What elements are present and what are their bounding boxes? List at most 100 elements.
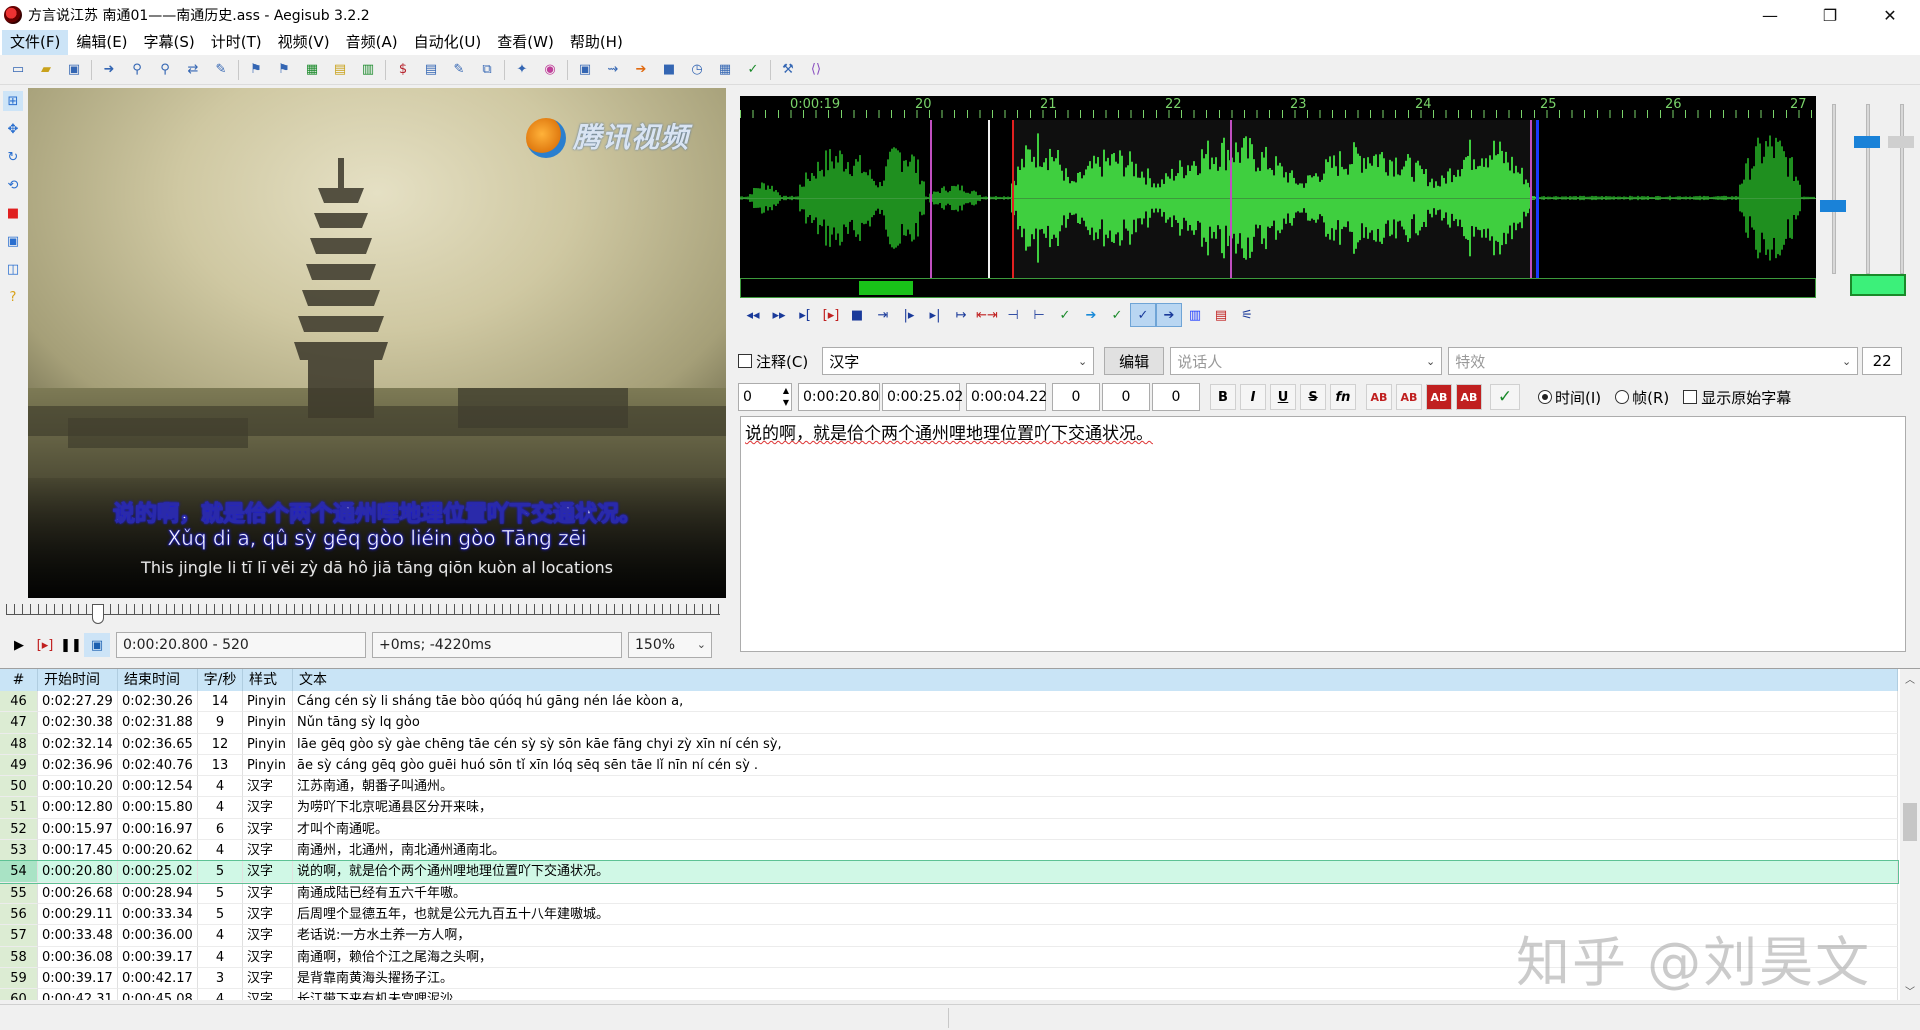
automation-icon[interactable]: ✦ <box>512 60 532 80</box>
menu-audio[interactable]: 音频(A) <box>338 30 406 55</box>
audio-scrollbar[interactable] <box>740 278 1816 298</box>
play-after-icon[interactable]: ↦ <box>948 303 974 327</box>
menu-file[interactable]: 文件(F) <box>2 30 69 55</box>
options-icon[interactable]: ⚒ <box>778 60 798 80</box>
play-icon[interactable]: ▶ <box>6 633 32 657</box>
play-to-end-icon[interactable]: ⇤⇥ <box>974 303 1000 327</box>
next-line-icon[interactable]: ▸▸ <box>766 303 792 327</box>
play-before-icon[interactable]: ⇥ <box>870 303 896 327</box>
fonts-icon[interactable]: ▤ <box>330 60 350 80</box>
table-row[interactable]: 48 0:02:32.14 0:02:36.65 12 Pinyin lāe gēq gò… <box>0 733 1898 755</box>
comment-checkbox[interactable] <box>738 354 752 368</box>
scroll-up-icon[interactable]: ︿ <box>1900 671 1920 689</box>
play-line-icon[interactable]: [▸] <box>32 633 58 657</box>
layer-spinner[interactable]: 0 ▲ ▼ <box>738 383 792 411</box>
table-row[interactable]: 51 0:00:12.80 0:00:15.80 4 汉字 为唠吖下北京呢通县区分开来味， <box>0 797 1898 819</box>
table-row[interactable]: 54 0:00:20.80 0:00:25.02 5 汉字 说的啊，就是佮个两个通州哩地理… <box>0 860 1899 884</box>
volume-thumb[interactable] <box>1888 136 1914 148</box>
standard-tool-icon[interactable]: ⊞ <box>3 91 23 111</box>
time-radio[interactable] <box>1538 390 1552 404</box>
table-row[interactable]: 46 0:02:27.29 0:02:30.26 14 Pinyin Cáng cén s… <box>0 691 1898 713</box>
goto-next-icon[interactable]: ➔ <box>1078 303 1104 327</box>
auto-scroll-icon[interactable]: ➔ <box>1156 303 1182 327</box>
kanji-timer-icon[interactable]: ✎ <box>449 60 469 80</box>
line-start-marker[interactable] <box>1012 120 1014 296</box>
seek-thumb[interactable] <box>92 604 104 624</box>
karaoke-split-icon[interactable]: ⚟ <box>1234 303 1260 327</box>
clip-tool-icon[interactable]: ▣ <box>3 231 23 251</box>
style-select[interactable]: 汉字 ⌄ <box>822 347 1095 375</box>
vector-clip-icon[interactable]: ◫ <box>3 259 23 279</box>
secondary-color-button[interactable]: AB <box>1396 384 1422 410</box>
underline-button[interactable]: U <box>1270 384 1296 410</box>
col-start-time[interactable]: 开始时间 <box>38 669 118 691</box>
duration-field[interactable]: 0:00:04.22 <box>966 383 1047 411</box>
end-time-field[interactable]: 0:00:25.02 <box>882 383 963 411</box>
table-row[interactable]: 52 0:00:15.97 0:00:16.97 6 汉字 才叫个南通呢。 <box>0 818 1898 841</box>
karaoke-icon[interactable]: ▤ <box>1208 303 1234 327</box>
margin-vertical-field[interactable]: 0 <box>1152 383 1200 411</box>
resample-icon[interactable]: ▥ <box>358 60 378 80</box>
next-line-icon[interactable]: ➔ <box>631 60 651 80</box>
table-row[interactable]: 49 0:02:36.96 0:02:40.76 13 Pinyin āe sỳ cáng… <box>0 754 1898 777</box>
volume-track[interactable] <box>1900 104 1904 274</box>
margin-left-field[interactable]: 0 <box>1052 383 1100 411</box>
start-time-field[interactable]: 0:00:20.80 <box>798 383 880 411</box>
spinner-arrows-icon[interactable]: ▲ ▼ <box>783 385 789 409</box>
subtitle-text-editor[interactable]: 说的啊，就是佮个两个通州哩地理位置吖下交通状况。 <box>740 416 1906 652</box>
effect-select[interactable]: 特效 ⌄ <box>1448 347 1859 375</box>
properties-icon[interactable]: ⚑ <box>246 60 266 80</box>
select-lines-icon[interactable]: ▣ <box>575 60 595 80</box>
rotate-z-icon[interactable]: ↻ <box>3 147 23 167</box>
rotate-xy-icon[interactable]: ⟲ <box>3 175 23 195</box>
table-row[interactable]: 53 0:00:17.45 0:00:20.62 4 汉字 南通州，北通州，南北通州通南北… <box>0 840 1898 862</box>
zoom-icon[interactable]: ⚲ <box>127 60 147 80</box>
table-row[interactable]: 50 0:00:10.20 0:00:12.54 4 汉字 江苏南通，朝番子叫通州。 <box>0 776 1898 798</box>
shadow-color-button[interactable]: AB <box>1456 384 1482 410</box>
col-text[interactable]: 文本 <box>293 669 1898 691</box>
help-icon[interactable]: ? <box>3 287 23 307</box>
scale-tool-icon[interactable]: ■ <box>3 203 23 223</box>
translation-icon[interactable]: $ <box>393 60 413 80</box>
macro-icon[interactable]: ⟨⟩ <box>806 60 826 80</box>
grid-scrollbar[interactable]: ︿ ﹀ <box>1900 669 1920 1000</box>
video-time-field[interactable]: 0:00:20.800 - 520 <box>116 632 366 658</box>
col-number[interactable]: # <box>0 669 38 691</box>
font-button[interactable]: fn <box>1330 384 1356 410</box>
col-style[interactable]: 样式 <box>243 669 293 691</box>
clock-icon[interactable]: ◷ <box>687 60 707 80</box>
shift-times-icon[interactable]: ⧉ <box>477 60 497 80</box>
scroll-down-icon[interactable]: ﹀ <box>1900 983 1920 1000</box>
frame-radio[interactable] <box>1615 390 1630 404</box>
video-seek-slider[interactable] <box>6 600 720 624</box>
stop-icon[interactable]: ■ <box>659 60 679 80</box>
edit-style-button[interactable]: 编辑 <box>1104 347 1165 375</box>
stop-playback-icon[interactable]: ■ <box>844 303 870 327</box>
vertical-zoom-track[interactable] <box>1832 104 1836 274</box>
play-start-icon[interactable]: |▸ <box>896 303 922 327</box>
vertical-zoom-thumb[interactable] <box>1820 200 1846 212</box>
lead-in-icon[interactable]: ⊣ <box>1000 303 1026 327</box>
menu-help[interactable]: 帮助(H) <box>562 30 631 55</box>
spectrum-icon[interactable]: ▥ <box>1182 303 1208 327</box>
commit-check-icon[interactable]: ✓ <box>1490 384 1520 410</box>
menu-view[interactable]: 查看(W) <box>489 30 562 55</box>
grid-scroll-thumb[interactable] <box>1903 803 1917 841</box>
table-row[interactable]: 47 0:02:30.38 0:02:31.88 9 Pinyin Nǔn tāng sỳ… <box>0 712 1898 734</box>
show-original-checkbox[interactable] <box>1683 390 1698 404</box>
video-offset-field[interactable]: +0ms; -4220ms <box>372 632 622 658</box>
save-icon[interactable]: ▣ <box>64 60 84 80</box>
primary-color-button[interactable]: AB <box>1366 384 1392 410</box>
play-selection-icon[interactable]: ▸[ <box>792 303 818 327</box>
auto-next-icon[interactable]: ✓ <box>1130 303 1156 327</box>
minimize-button[interactable]: — <box>1740 0 1800 30</box>
timing-post-icon[interactable]: ▤ <box>421 60 441 80</box>
prev-line-icon[interactable]: ◂◂ <box>740 303 766 327</box>
new-file-icon[interactable]: ▭ <box>8 60 28 80</box>
menu-video[interactable]: 视频(V) <box>270 30 338 55</box>
audio-waveform[interactable]: 0:00:19 20 21 22 23 24 25 26 27 <box>740 96 1816 296</box>
close-button[interactable]: ✕ <box>1860 0 1920 30</box>
styles-icon[interactable]: ⚑ <box>274 60 294 80</box>
italic-button[interactable]: I <box>1240 384 1266 410</box>
actor-select[interactable]: 说话人 ⌄ <box>1170 347 1443 375</box>
